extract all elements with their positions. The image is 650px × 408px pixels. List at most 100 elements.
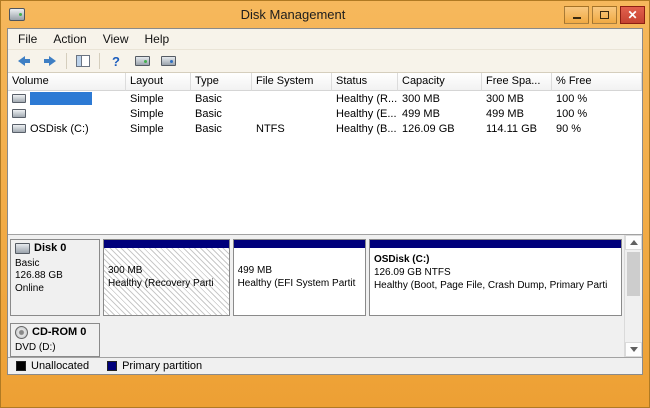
cell-status: Healthy (R... <box>332 93 398 105</box>
scrollbar-thumb[interactable] <box>627 252 640 296</box>
table-row[interactable]: OSDisk (C:) Simple Basic NTFS Healthy (B… <box>8 121 642 136</box>
forward-button[interactable] <box>38 51 62 72</box>
scroll-down-button[interactable] <box>625 342 642 357</box>
cell-type: Basic <box>191 123 252 135</box>
disk0-type: Basic <box>15 258 95 271</box>
cdrom-type: DVD (D:) <box>15 342 95 355</box>
column-header-volume[interactable]: Volume <box>8 73 126 91</box>
legend-item-primary-partition: Primary partition <box>107 360 202 372</box>
toolbar: ? <box>8 49 642 73</box>
column-header-percent-free[interactable]: % Free <box>552 73 642 91</box>
cell-status: Healthy (B... <box>332 123 398 135</box>
column-header-file-system[interactable]: File System <box>252 73 332 91</box>
partition-size: 499 MB <box>238 264 361 277</box>
back-button[interactable] <box>12 51 36 72</box>
cdrom-name: CD-ROM 0 <box>32 326 86 340</box>
legend-label: Unallocated <box>31 360 89 372</box>
cell-capacity: 499 MB <box>398 108 482 120</box>
disk0-partitions: 300 MB Healthy (Recovery Parti 499 MB He… <box>103 239 622 316</box>
close-icon: ✕ <box>627 9 637 21</box>
cell-percent-free: 100 % <box>552 108 642 120</box>
maximize-icon <box>600 11 609 19</box>
cdrom-row: CD-ROM 0 DVD (D:) <box>10 323 622 357</box>
partition-color-bar <box>234 240 365 248</box>
window-title: Disk Management <box>25 7 561 22</box>
vertical-scrollbar[interactable] <box>624 235 642 357</box>
partition-osdisk[interactable]: OSDisk (C:) 126.09 GB NTFS Healthy (Boot… <box>369 239 622 316</box>
minimize-icon <box>573 17 581 19</box>
forward-arrow-icon <box>44 56 56 66</box>
selected-volume-highlight[interactable] <box>30 92 92 105</box>
partition-status: Healthy (Boot, Page File, Crash Dump, Pr… <box>374 279 617 292</box>
console-tree-button[interactable] <box>71 51 95 72</box>
close-button[interactable]: ✕ <box>620 6 645 24</box>
cell-type: Basic <box>191 93 252 105</box>
cdrom-label[interactable]: CD-ROM 0 DVD (D:) <box>10 323 100 357</box>
cell-free-space: 114.11 GB <box>482 123 552 135</box>
window-controls: ✕ <box>561 6 645 24</box>
graphical-view-icon <box>161 56 176 66</box>
app-icon <box>9 8 25 21</box>
graphical-view-button[interactable] <box>156 51 180 72</box>
menu-file[interactable]: File <box>10 30 45 48</box>
volume-icon <box>12 109 26 118</box>
toolbar-separator <box>66 53 67 69</box>
disk-management-window: Disk Management ✕ File Action View Help <box>0 0 650 408</box>
table-row[interactable]: Simple Basic Healthy (E... 499 MB 499 MB… <box>8 106 642 121</box>
graphical-view-panel: Disk 0 Basic 126.88 GB Online 300 MB Hea… <box>8 234 642 357</box>
legend-item-unallocated: Unallocated <box>16 360 89 372</box>
table-row[interactable]: Simple Basic Healthy (R... 300 MB 300 MB… <box>8 91 642 106</box>
menu-view[interactable]: View <box>95 30 137 48</box>
column-header-capacity[interactable]: Capacity <box>398 73 482 91</box>
partition-recovery[interactable]: 300 MB Healthy (Recovery Parti <box>103 239 230 316</box>
disk-icon <box>135 56 150 66</box>
cell-free-space: 499 MB <box>482 108 552 120</box>
legend-bar: Unallocated Primary partition <box>8 357 642 374</box>
unallocated-swatch <box>16 361 26 371</box>
menu-bar: File Action View Help <box>8 29 642 49</box>
volume-name: OSDisk (C:) <box>30 123 89 135</box>
client-area: File Action View Help ? <box>7 28 643 375</box>
partition-color-bar <box>370 240 621 248</box>
disk0-label[interactable]: Disk 0 Basic 126.88 GB Online <box>10 239 100 316</box>
partition-status: Healthy (EFI System Partit <box>238 277 361 290</box>
cell-type: Basic <box>191 108 252 120</box>
cell-layout: Simple <box>126 108 191 120</box>
scroll-up-icon <box>630 240 638 245</box>
menu-action[interactable]: Action <box>45 30 94 48</box>
legend-label: Primary partition <box>122 360 202 372</box>
primary-partition-swatch <box>107 361 117 371</box>
disk0-status: Online <box>15 283 95 296</box>
menu-help[interactable]: Help <box>137 30 178 48</box>
scroll-up-button[interactable] <box>625 235 642 250</box>
cell-free-space: 300 MB <box>482 93 552 105</box>
maximize-button[interactable] <box>592 6 617 24</box>
cell-layout: Simple <box>126 93 191 105</box>
partition-name: OSDisk (C:) <box>374 253 617 266</box>
minimize-button[interactable] <box>564 6 589 24</box>
cdrom-icon <box>15 326 28 339</box>
disk0-name: Disk 0 <box>34 242 66 256</box>
volume-icon <box>12 124 26 133</box>
cell-percent-free: 100 % <box>552 93 642 105</box>
console-tree-icon <box>76 55 90 67</box>
help-button[interactable]: ? <box>104 51 128 72</box>
column-header-free-space[interactable]: Free Spa... <box>482 73 552 91</box>
partition-status: Healthy (Recovery Parti <box>108 277 225 290</box>
titlebar: Disk Management ✕ <box>1 1 649 28</box>
cell-percent-free: 90 % <box>552 123 642 135</box>
column-header-status[interactable]: Status <box>332 73 398 91</box>
volume-list-header: Volume Layout Type File System Status Ca… <box>8 73 642 91</box>
disk-view-button[interactable] <box>130 51 154 72</box>
partition-size: 126.09 GB NTFS <box>374 266 617 279</box>
cell-file-system: NTFS <box>252 123 332 135</box>
column-header-layout[interactable]: Layout <box>126 73 191 91</box>
partition-efi[interactable]: 499 MB Healthy (EFI System Partit <box>233 239 366 316</box>
scroll-down-icon <box>630 347 638 352</box>
partition-size: 300 MB <box>108 264 225 277</box>
cell-status: Healthy (E... <box>332 108 398 120</box>
column-header-type[interactable]: Type <box>191 73 252 91</box>
help-icon: ? <box>112 54 120 69</box>
back-arrow-icon <box>18 56 30 66</box>
cell-capacity: 300 MB <box>398 93 482 105</box>
